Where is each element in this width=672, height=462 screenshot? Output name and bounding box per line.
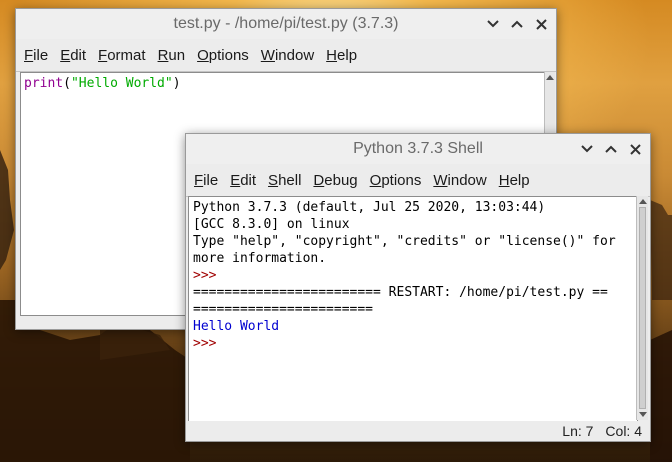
shell-statusbar: Ln: 7 Col: 4 [186, 421, 650, 441]
scroll-down-icon[interactable] [637, 410, 648, 420]
menu-file[interactable]: File [188, 172, 224, 189]
shell-menubar: File Edit Shell Debug Options Window Hel… [186, 164, 650, 197]
menu-help[interactable]: Help [320, 47, 363, 64]
shell-line: more information. [193, 251, 327, 266]
shell-line: Python 3.7.3 (default, Jul 25 2020, 13:0… [193, 200, 546, 215]
code-line: print("Hello World") [24, 76, 181, 91]
menu-window[interactable]: Window [255, 47, 320, 64]
string-literal: "Hello World" [70, 76, 173, 91]
shell-window: Python 3.7.3 Shell File Edit Shell Debug… [185, 133, 651, 442]
shell-title: Python 3.7.3 Shell [353, 140, 483, 157]
menu-shell[interactable]: Shell [262, 172, 307, 189]
shell-stdout: Hello World [193, 319, 280, 334]
status-col: Col: 4 [605, 423, 642, 439]
menu-options[interactable]: Options [191, 47, 255, 64]
shell-prompt: >>> [193, 268, 217, 283]
scroll-up-icon[interactable] [637, 196, 648, 206]
menu-file[interactable]: File [18, 47, 54, 64]
chevron-down-icon[interactable] [486, 17, 500, 31]
editor-titlebar[interactable]: test.py - /home/pi/test.py (3.7.3) [16, 9, 556, 39]
editor-menubar: File Edit Format Run Options Window Help [16, 39, 556, 72]
editor-title: test.py - /home/pi/test.py (3.7.3) [173, 15, 399, 32]
shell-line: ======================= [193, 302, 374, 317]
shell-text-area[interactable]: Python 3.7.3 (default, Jul 25 2020, 13:0… [188, 196, 638, 422]
shell-scrollbar[interactable] [636, 196, 648, 420]
menu-window[interactable]: Window [427, 172, 492, 189]
menu-run[interactable]: Run [152, 47, 192, 64]
scroll-thumb[interactable] [639, 207, 646, 409]
chevron-down-icon[interactable] [580, 142, 594, 156]
close-icon[interactable] [628, 142, 642, 156]
menu-edit[interactable]: Edit [224, 172, 262, 189]
close-icon[interactable] [534, 17, 548, 31]
menu-debug[interactable]: Debug [307, 172, 363, 189]
menu-help[interactable]: Help [493, 172, 536, 189]
keyword-print: print [24, 76, 64, 91]
shell-line: [GCC 8.3.0] on linux [193, 217, 350, 232]
menu-options[interactable]: Options [364, 172, 428, 189]
chevron-up-icon[interactable] [604, 142, 618, 156]
shell-prompt: >>> [193, 336, 217, 351]
menu-edit[interactable]: Edit [54, 47, 92, 64]
chevron-up-icon[interactable] [510, 17, 524, 31]
shell-line: ======================== RESTART: /home/… [193, 285, 608, 300]
menu-format[interactable]: Format [92, 47, 152, 64]
status-line: Ln: 7 [562, 423, 594, 439]
shell-line: Type "help", "copyright", "credits" or "… [193, 234, 616, 249]
scroll-up-icon[interactable] [545, 72, 555, 82]
